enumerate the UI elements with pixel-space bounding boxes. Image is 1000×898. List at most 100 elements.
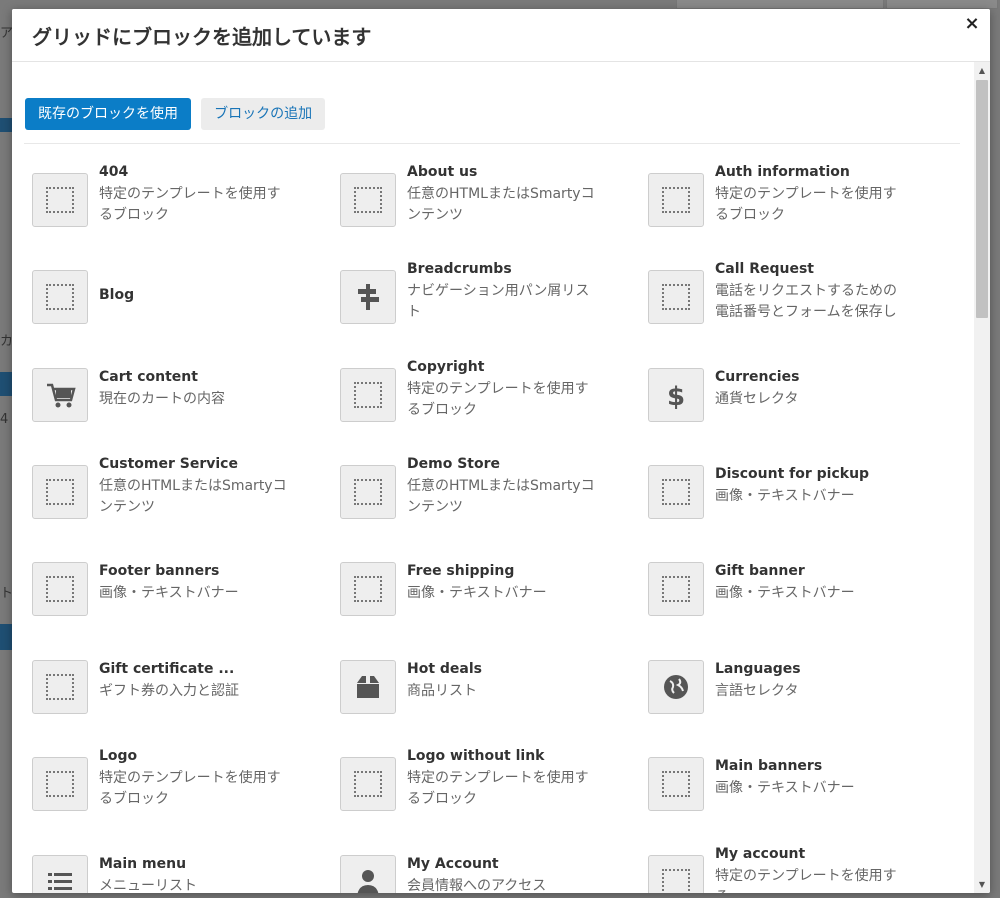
block-name: Gift banner: [715, 563, 805, 579]
block-item[interactable]: Call Request 電話をリクエストするための電話番号とフォームを保存し: [648, 261, 948, 357]
block-name: Free shipping: [407, 563, 515, 579]
placeholder-icon: [340, 368, 396, 422]
block-name: Main menu: [99, 856, 187, 872]
block-name: Discount for pickup: [715, 466, 870, 482]
svg-text:$: $: [667, 382, 685, 410]
user-icon: [340, 855, 396, 893]
background-strip: [0, 372, 12, 396]
block-description: 現在のカートの内容: [99, 391, 225, 407]
placeholder-icon: [32, 757, 88, 811]
block-item[interactable]: My Account 会員情報へのアクセス: [340, 854, 640, 893]
tab-use-existing-block[interactable]: 既存のブロックを使用: [25, 98, 191, 130]
block-description: 電話をリクエストするための電話番号とフォームを保存し: [715, 283, 897, 320]
block-item[interactable]: Demo Store 任意のHTMLまたはSmartyコンテンツ: [340, 456, 640, 552]
block-item[interactable]: Hot deals 商品リスト: [340, 659, 640, 747]
block-item[interactable]: Free shipping 画像・テキストバナー: [340, 561, 640, 649]
tab-add-block[interactable]: ブロックの追加: [201, 98, 326, 130]
block-item[interactable]: About us 任意のHTMLまたはSmartyコンテンツ: [340, 164, 640, 260]
block-item[interactable]: $ Currencies 通貨セレクタ: [648, 367, 948, 455]
block-description: 特定のテンプレートを使用するブロック: [99, 770, 281, 807]
block-name: Auth information: [715, 164, 850, 180]
placeholder-icon: [340, 757, 396, 811]
block-item[interactable]: Customer Service 任意のHTMLまたはSmartyコンテンツ: [32, 456, 332, 552]
block-item[interactable]: Cart content 現在のカートの内容: [32, 367, 332, 455]
placeholder-icon: [648, 562, 704, 616]
block-item[interactable]: Footer banners 画像・テキストバナー: [32, 561, 332, 649]
block-item[interactable]: Logo without link 特定のテンプレートを使用するブロック: [340, 748, 640, 844]
close-button[interactable]: ×: [962, 13, 982, 37]
block-description: 特定のテンプレートを使用するブロック: [99, 186, 281, 223]
placeholder-icon: [32, 173, 88, 227]
block-name: Blog: [99, 287, 135, 303]
block-item[interactable]: Logo 特定のテンプレートを使用するブロック: [32, 748, 332, 844]
placeholder-icon: [648, 270, 704, 324]
block-description: メニューリスト: [99, 878, 197, 893]
block-name: Logo without link: [407, 748, 545, 764]
block-item[interactable]: Blog: [32, 269, 332, 357]
block-name: Logo: [99, 748, 138, 764]
background-text: 4: [0, 412, 9, 427]
block-description: 通貨セレクタ: [715, 391, 799, 407]
block-item[interactable]: Main menu メニューリスト: [32, 854, 332, 893]
block-description: 会員情報へのアクセス: [407, 878, 547, 893]
block-name: Copyright: [407, 359, 485, 375]
placeholder-icon: [340, 562, 396, 616]
block-item[interactable]: Discount for pickup 画像・テキストバナー: [648, 464, 948, 552]
tabs-divider: [24, 143, 960, 144]
list-icon: [32, 855, 88, 893]
scroll-thumb[interactable]: [976, 80, 988, 318]
background-text: ア: [0, 26, 12, 41]
block-item[interactable]: My account 特定のテンプレートを使用する: [648, 846, 948, 893]
block-description: 言語セレクタ: [715, 683, 799, 699]
block-name: Customer Service: [99, 456, 238, 472]
placeholder-icon: [32, 270, 88, 324]
block-name: Languages: [715, 661, 801, 677]
block-name: Currencies: [715, 369, 800, 385]
block-name: My account: [715, 846, 806, 862]
block-description: 画像・テキストバナー: [407, 585, 547, 601]
block-name: Footer banners: [99, 563, 220, 579]
block-name: Breadcrumbs: [407, 261, 512, 277]
block-name: 404: [99, 164, 129, 180]
block-name: My Account: [407, 856, 499, 872]
background-strip: [0, 624, 12, 650]
block-description: 画像・テキストバナー: [715, 488, 855, 504]
block-description: ギフト券の入力と認証: [99, 683, 239, 699]
dialog-header: グリッドにブロックを追加しています ×: [12, 9, 990, 62]
block-description: 任意のHTMLまたはSmartyコンテンツ: [99, 478, 287, 515]
block-description: 特定のテンプレートを使用するブロック: [407, 770, 589, 807]
block-description: 画像・テキストバナー: [99, 585, 239, 601]
block-item[interactable]: Gift certificate ... ギフト券の入力と認証: [32, 659, 332, 747]
dialog-title: グリッドにブロックを追加しています: [32, 25, 372, 49]
block-item[interactable]: Languages 言語セレクタ: [648, 659, 948, 747]
cart-icon: [32, 368, 88, 422]
block-item[interactable]: Breadcrumbs ナビゲーション用パン屑リスト: [340, 261, 640, 357]
placeholder-icon: [340, 173, 396, 227]
block-description: 特定のテンプレートを使用する: [715, 868, 897, 893]
placeholder-icon: [340, 465, 396, 519]
block-item[interactable]: 404 特定のテンプレートを使用するブロック: [32, 164, 332, 260]
background-toolbar: [886, 0, 998, 9]
block-description: 特定のテンプレートを使用するブロック: [407, 381, 589, 418]
block-name: Cart content: [99, 369, 198, 385]
placeholder-icon: [648, 465, 704, 519]
globe-icon: [648, 660, 704, 714]
block-name: Call Request: [715, 261, 814, 277]
block-item[interactable]: Auth information 特定のテンプレートを使用するブロック: [648, 164, 948, 260]
background-text: カ: [0, 334, 12, 349]
block-description: ナビゲーション用パン屑リスト: [407, 283, 590, 320]
vertical-scrollbar[interactable]: ▲ ▼: [974, 62, 990, 893]
box-icon: [340, 660, 396, 714]
placeholder-icon: [32, 660, 88, 714]
scroll-up-arrow-icon[interactable]: ▲: [974, 62, 990, 79]
tab-bar: 既存のブロックを使用 ブロックの追加: [25, 98, 330, 130]
block-name: Demo Store: [407, 456, 500, 472]
block-item[interactable]: Gift banner 画像・テキストバナー: [648, 561, 948, 649]
placeholder-icon: [32, 562, 88, 616]
block-description: 任意のHTMLまたはSmartyコンテンツ: [407, 478, 595, 515]
scroll-down-arrow-icon[interactable]: ▼: [974, 876, 990, 893]
block-description: 画像・テキストバナー: [715, 585, 855, 601]
block-item[interactable]: Main banners 画像・テキストバナー: [648, 756, 948, 844]
dollar-icon: $: [648, 368, 704, 422]
block-item[interactable]: Copyright 特定のテンプレートを使用するブロック: [340, 359, 640, 455]
